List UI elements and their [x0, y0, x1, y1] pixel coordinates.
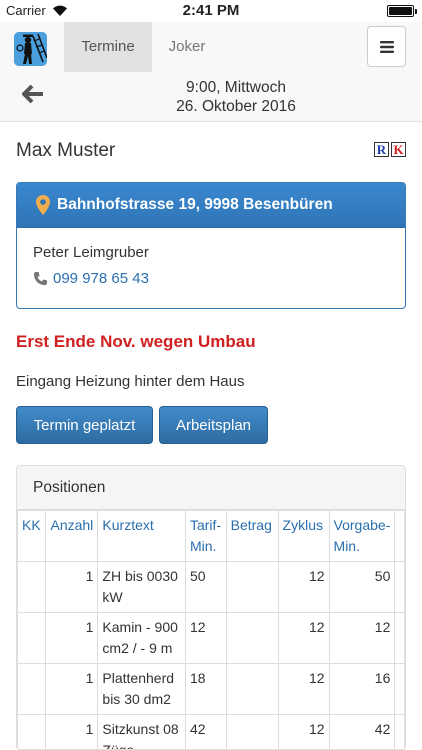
status-bar: Carrier 2:41 PM: [0, 0, 422, 22]
column-anzahl[interactable]: Anzahl: [45, 510, 99, 562]
cell-vorgabe: 16: [328, 663, 396, 715]
appointment-date: 26. Oktober 2016: [176, 98, 296, 115]
column-zyklus[interactable]: Zyklus: [277, 510, 330, 562]
cell-tarif: 12: [184, 612, 227, 664]
action-buttons: Termin geplatzt Arbeitsplan: [16, 406, 268, 444]
phone-icon: [33, 271, 48, 286]
table-row[interactable]: 1 ZH bis 0030 kW 50 12 50: [17, 561, 405, 613]
phone-link[interactable]: 099 978 65 43: [53, 270, 149, 287]
cell-kk: [17, 561, 47, 613]
appointment-detail: Max Muster R K Bahnhofstrasse 19, 9998 B…: [16, 140, 406, 750]
cell-anzahl: 1: [45, 612, 99, 664]
hamburger-icon: [379, 40, 394, 53]
table-row[interactable]: 1 Sitzkunst 08 Züge 42 12 42: [17, 714, 405, 749]
cell-betrag: [225, 663, 279, 715]
appointment-datetime: 9:00, Mittwoch 26. Oktober 2016: [100, 78, 372, 116]
cell-betrag: [225, 612, 279, 664]
cell-kk: [17, 663, 47, 715]
table-row[interactable]: 1 Plattenherd bis 30 dm2 18 12 16: [17, 663, 405, 715]
positions-table: KK Anzahl Kurztext Tarif-Min. Betrag Zyk…: [17, 510, 405, 749]
positions-heading: Positionen: [17, 466, 405, 510]
cell-kk: [17, 612, 47, 664]
cell-anzahl: 1: [45, 714, 99, 749]
customer-name: Max Muster: [16, 140, 116, 161]
table-row[interactable]: 1 Kamin - 900 cm2 / - 9 m 12 12 12: [17, 612, 405, 664]
badge-k: K: [391, 142, 406, 157]
cell-kurztext: Kamin - 900 cm2 / - 9 m: [97, 612, 186, 664]
column-tarif-min[interactable]: Tarif-Min.: [184, 510, 227, 562]
arbeitsplan-button[interactable]: Arbeitsplan: [159, 406, 268, 444]
cell-vorgabe: 50: [328, 561, 396, 613]
cell-extra: [394, 612, 405, 664]
access-note: Eingang Heizung hinter dem Haus: [16, 373, 245, 390]
cell-zyklus: 12: [277, 714, 330, 749]
table-header-row: KK Anzahl Kurztext Tarif-Min. Betrag Zyk…: [17, 510, 405, 562]
battery-icon: [387, 5, 417, 17]
menu-button[interactable]: [367, 26, 406, 67]
cell-tarif: 42: [184, 714, 227, 749]
address-text: Bahnhofstrasse 19, 9998 Besenbüren: [57, 196, 333, 213]
contact-body: Peter Leimgruber 099 978 65 43: [17, 228, 405, 303]
column-betrag[interactable]: Betrag: [225, 510, 279, 562]
chimney-sweep-logo-icon: [14, 32, 47, 66]
cell-kurztext: ZH bis 0030 kW: [97, 561, 186, 613]
cell-tarif: 18: [184, 663, 227, 715]
column-vorgabe-min[interactable]: Vorgabe-Min.: [328, 510, 396, 562]
tab-joker[interactable]: Joker: [152, 22, 222, 72]
cell-anzahl: 1: [45, 561, 99, 613]
cell-extra: [394, 663, 405, 715]
app-header: Termine Joker 9:00, Mittwoch 26. Oktober…: [0, 22, 422, 122]
badge-r: R: [374, 142, 389, 157]
column-kurztext[interactable]: Kurztext: [97, 510, 186, 562]
cell-extra: [394, 561, 405, 613]
cell-betrag: [225, 714, 279, 749]
cell-anzahl: 1: [45, 663, 99, 715]
cell-zyklus: 12: [277, 612, 330, 664]
appointment-time: 9:00, Mittwoch: [186, 79, 286, 96]
cell-kurztext: Sitzkunst 08 Züge: [97, 714, 186, 749]
termin-geplatzt-button[interactable]: Termin geplatzt: [16, 406, 153, 444]
badge-group: R K: [374, 142, 406, 157]
cell-kk: [17, 714, 47, 749]
tab-termine[interactable]: Termine: [64, 22, 152, 72]
contact-name: Peter Leimgruber: [33, 244, 149, 261]
column-extra: [394, 510, 405, 562]
column-kk[interactable]: KK: [17, 510, 47, 562]
cell-vorgabe: 42: [328, 714, 396, 749]
warning-text: Erst Ende Nov. wegen Umbau: [16, 332, 256, 351]
cell-extra: [394, 714, 405, 749]
address-panel: Bahnhofstrasse 19, 9998 Besenbüren Peter…: [16, 182, 406, 309]
cell-vorgabe: 12: [328, 612, 396, 664]
cell-zyklus: 12: [277, 561, 330, 613]
cell-tarif: 50: [184, 561, 227, 613]
customer-title-row: Max Muster R K: [16, 140, 406, 170]
cell-betrag: [225, 561, 279, 613]
arrow-left-icon[interactable]: [22, 84, 44, 104]
cell-zyklus: 12: [277, 663, 330, 715]
address-heading[interactable]: Bahnhofstrasse 19, 9998 Besenbüren: [17, 183, 405, 228]
cell-kurztext: Plattenherd bis 30 dm2: [97, 663, 186, 715]
map-pin-icon: [36, 195, 50, 215]
phone-row: 099 978 65 43: [33, 270, 389, 287]
clock: 2:41 PM: [182, 2, 240, 19]
positions-panel: Positionen KK Anzahl Kurztext Tarif-Min.…: [16, 465, 406, 750]
